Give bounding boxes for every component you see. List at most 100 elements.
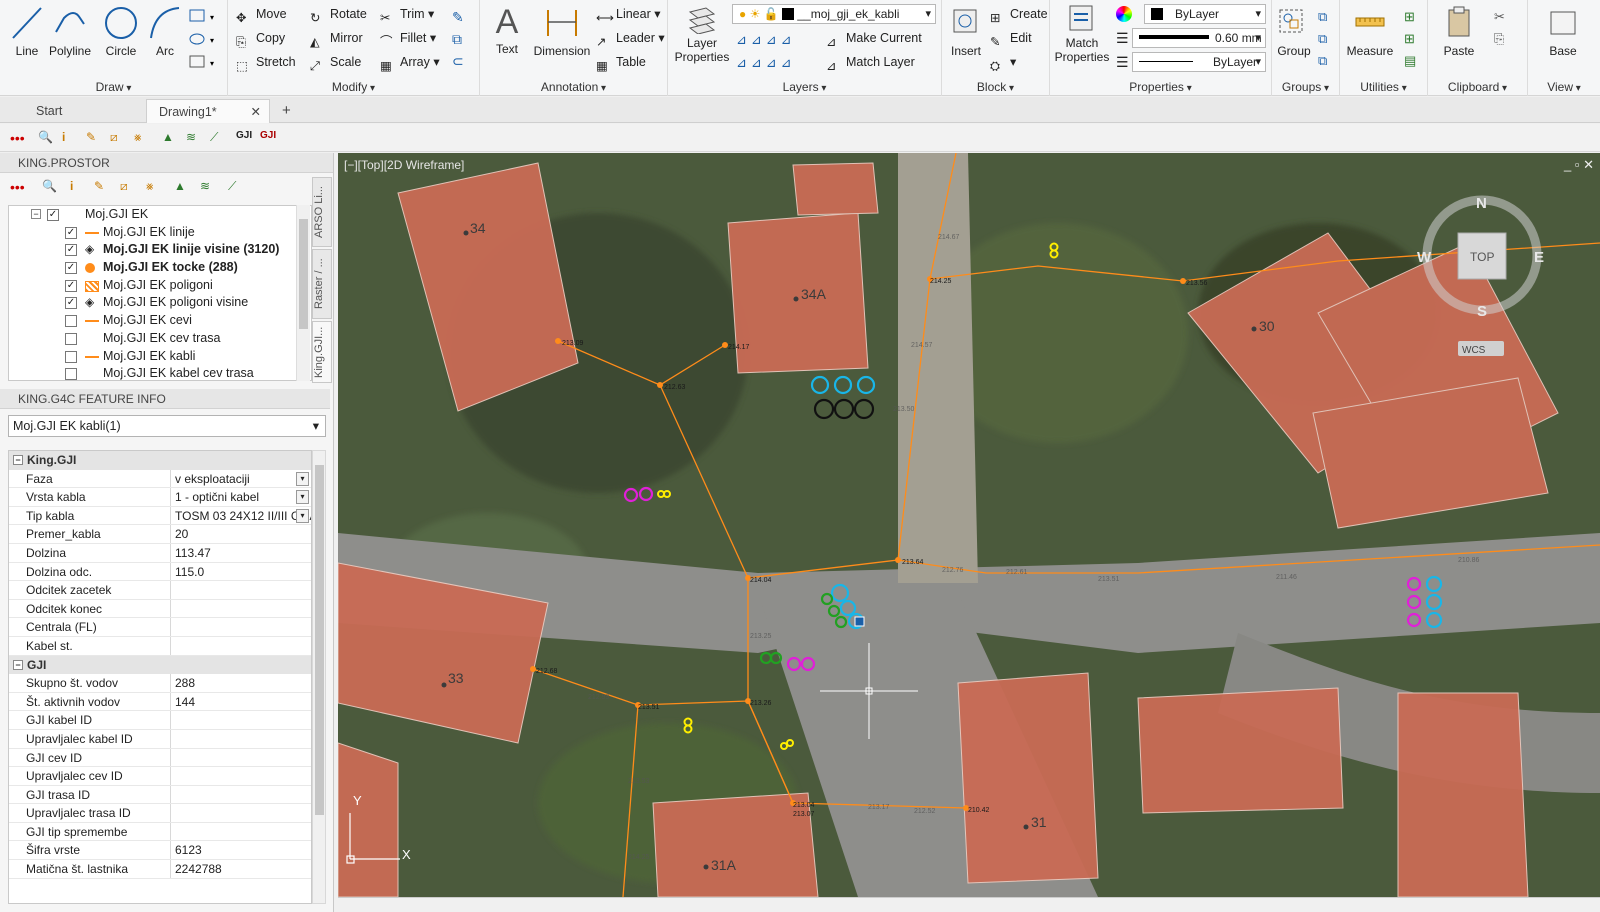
property-value[interactable]	[172, 749, 311, 767]
color-dropdown[interactable]: ByLayer	[1144, 4, 1266, 24]
property-row[interactable]: Premer_kabla 20	[9, 525, 311, 544]
property-value[interactable]	[172, 730, 311, 748]
tree-layer-item[interactable]: ✓ Moj.GJI EK poligoni	[9, 277, 311, 295]
side-tab-raster[interactable]: Raster / ...	[312, 249, 332, 319]
polyline-button[interactable]: Polyline	[44, 2, 96, 76]
trim-button[interactable]: ✂ Trim ▾	[378, 3, 434, 25]
side-tab-king-gji[interactable]: King.GJI...	[312, 321, 332, 383]
property-row[interactable]: Matična št. lastnika 2242788	[9, 860, 311, 879]
property-value[interactable]	[172, 637, 311, 655]
move-button[interactable]: ✥ Move	[234, 3, 287, 25]
viewcube-top[interactable]: TOP	[1470, 250, 1494, 264]
layer-visibility-checkbox[interactable]: ✓	[65, 279, 77, 292]
property-row[interactable]: Centrala (FL)	[9, 618, 311, 637]
property-row[interactable]: Dolzina odc. 115.0	[9, 562, 311, 582]
drawing-viewport[interactable]: 34 34A 30 33 31 31A 213.09 214.17 212.63…	[338, 153, 1600, 897]
clipboard-panel-title[interactable]: Clipboard	[1428, 80, 1527, 94]
linetype-dropdown[interactable]: ByLayer	[1132, 52, 1266, 72]
property-row[interactable]: Šifra vrste 6123	[9, 841, 311, 861]
layer-visibility-checkbox[interactable]: ✓	[65, 244, 77, 257]
prostor-hatch-icon[interactable]: ⧄	[120, 179, 138, 195]
lineweight-dropdown[interactable]: 0.60 mm	[1132, 28, 1266, 48]
collapse-icon[interactable]: −	[13, 659, 23, 670]
create-block-button[interactable]: ⊞ Create	[988, 3, 1048, 25]
property-value[interactable]: 113.47	[172, 544, 311, 562]
property-row[interactable]: Tip kablaTOSM 03 24X12 II/III CMAN▾	[9, 506, 311, 526]
property-row[interactable]: GJI kabel ID	[9, 711, 311, 730]
tree-layer-item[interactable]: ✓ ◈ Moj.GJI EK poligoni visine	[9, 294, 311, 312]
prostor-dots-icon[interactable]: •••	[10, 179, 28, 195]
viewport-label[interactable]: [−][Top][2D Wireframe]	[344, 158, 464, 172]
property-value[interactable]: 6123	[172, 841, 311, 859]
selected-grip[interactable]	[854, 616, 865, 627]
tree-layer-item[interactable]: Moj.GJI EK kabli	[9, 348, 311, 366]
tree-root[interactable]: − ✓ Moj.GJI EK	[9, 206, 311, 224]
layer-dropdown[interactable]: ● ☀ 🔓 __moj_gji_ek_kabli	[732, 4, 936, 24]
tab-drawing1[interactable]: Drawing1* ✕	[146, 99, 270, 123]
collapse-icon[interactable]: −	[31, 209, 41, 219]
property-value[interactable]: TOSM 03 24X12 II/III CMAN▾	[172, 507, 311, 525]
viewcube-north[interactable]: N	[1476, 195, 1487, 212]
property-row[interactable]: Št. aktivnih vodov 144	[9, 692, 311, 712]
annotation-panel-title[interactable]: Annotation	[480, 80, 667, 94]
arc-button[interactable]: Arc	[140, 2, 190, 76]
measure-button[interactable]: Measure	[1342, 2, 1398, 76]
property-value[interactable]	[172, 767, 311, 785]
draw-more-tools[interactable]: ▾ ▾ ▾	[188, 6, 222, 72]
tree-layer-item[interactable]: Moj.GJI EK cevi	[9, 312, 311, 330]
tab-start[interactable]: Start	[6, 99, 146, 123]
property-row[interactable]: GJI cev ID	[9, 748, 311, 768]
property-value[interactable]: v eksploataciji ▾	[172, 470, 311, 488]
viewport-window-controls[interactable]: _ ▫ ✕	[1564, 157, 1594, 173]
viewcube-south[interactable]: S	[1477, 303, 1487, 320]
property-value[interactable]	[172, 711, 311, 729]
insert-button[interactable]: Insert	[944, 2, 988, 76]
prostor-cross-icon[interactable]: ⨳	[146, 179, 164, 195]
property-value[interactable]	[172, 804, 311, 822]
dropdown-arrow-icon[interactable]: ▾	[296, 490, 309, 505]
text-button[interactable]: A Text	[484, 2, 530, 76]
prostor-palette-title[interactable]: KING.PROSTOR	[0, 153, 333, 173]
array-button[interactable]: ▦ Array ▾	[378, 51, 440, 73]
new-tab-button[interactable]: +	[276, 99, 300, 123]
tree-layer-item[interactable]: Moj.GJI EK kabel cev trasa	[9, 365, 311, 380]
property-row[interactable]: Upravljalec cev ID	[9, 767, 311, 786]
layer-visibility-checkbox[interactable]	[65, 332, 77, 345]
property-value[interactable]: 288	[172, 674, 311, 692]
layer-tool-icons[interactable]: ⊿⊿⊿⊿ ⊿⊿⊿⊿	[736, 28, 824, 74]
property-category[interactable]: − GJI	[9, 655, 311, 675]
profile-icon[interactable]: ⟋	[210, 130, 228, 146]
prostor-pencil-icon[interactable]: ✎	[94, 179, 112, 195]
property-value[interactable]	[172, 786, 311, 804]
prostor-terrain-icon[interactable]: ▲	[174, 179, 192, 195]
property-row[interactable]: Vrsta kabla 1 - optični kabel ▾	[9, 488, 311, 507]
property-row[interactable]: Odcitek zacetek	[9, 581, 311, 600]
property-value[interactable]	[172, 581, 311, 599]
property-value[interactable]: 2242788	[172, 860, 311, 878]
layer-visibility-checkbox[interactable]: ✓	[65, 226, 77, 239]
prostor-info-icon[interactable]: i	[70, 179, 88, 195]
map-canvas[interactable]: 34 34A 30 33 31 31A 213.09 214.17 212.63…	[338, 153, 1600, 897]
property-row[interactable]: Faza v eksploataciji ▾	[9, 469, 311, 489]
match-layer-button[interactable]: ⊿ Match Layer	[824, 51, 915, 73]
fillet-button[interactable]: ⌒ Fillet ▾	[378, 27, 436, 49]
property-row[interactable]: Upravljalec kabel ID	[9, 729, 311, 749]
hatch-icon[interactable]: ⧄	[110, 130, 128, 146]
gji-red-icon[interactable]: GJI	[260, 130, 278, 146]
tree-scrollbar[interactable]	[296, 205, 310, 381]
mirror-button[interactable]: ◭ Mirror	[308, 27, 363, 49]
tree-layer-item[interactable]: ✓ ◈ Moj.GJI EK linije visine (3120)	[9, 241, 311, 259]
tree-root-checkbox[interactable]: ✓	[47, 209, 59, 221]
property-row[interactable]: GJI trasa ID	[9, 785, 311, 805]
utility-tool-icons[interactable]: ⊞ ⊞ ▤	[1404, 6, 1424, 72]
feature-select[interactable]: Moj.GJI EK kabli(1)	[8, 415, 326, 437]
property-row[interactable]: Dolzina 113.47	[9, 543, 311, 563]
prostor-search-icon[interactable]: 🔍	[42, 179, 60, 195]
property-value[interactable]: 144	[172, 693, 311, 711]
gji-icon[interactable]: GJI	[236, 130, 254, 146]
dots-icon[interactable]: •••	[10, 130, 28, 146]
property-value[interactable]: 1 - optični kabel ▾	[172, 488, 311, 506]
properties-panel-title[interactable]: Properties	[1050, 80, 1271, 94]
scale-button[interactable]: ⤢ Scale	[308, 51, 361, 73]
tree-layer-item[interactable]: ✓ Moj.GJI EK tocke (288)	[9, 259, 311, 277]
